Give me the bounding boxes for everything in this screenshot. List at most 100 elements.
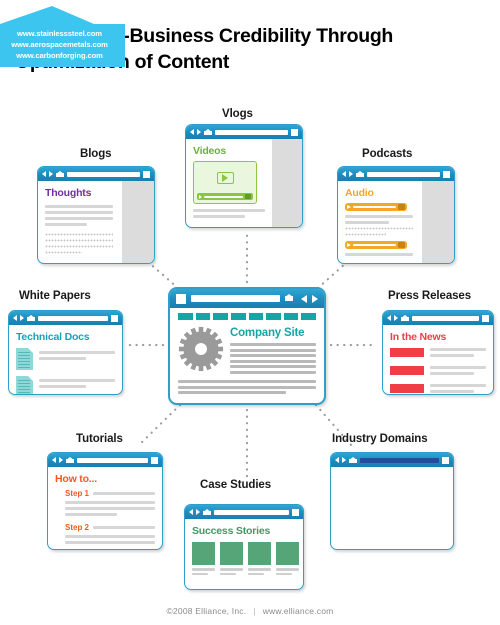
audio-player-icon[interactable]: [345, 241, 407, 249]
window-body: [331, 467, 453, 549]
window-body: In the News: [383, 325, 493, 394]
nav-block[interactable]: [178, 313, 193, 320]
forward-arrow-icon[interactable]: [59, 457, 63, 463]
nav-icons: [189, 508, 211, 516]
domain-item[interactable]: www.stainlesssteel.com: [0, 29, 121, 40]
story-tiles: [192, 542, 299, 577]
forward-arrow-icon[interactable]: [20, 315, 24, 321]
square-icon: [151, 456, 158, 464]
square-icon: [443, 170, 450, 178]
home-icon[interactable]: [401, 314, 409, 322]
text-line: [220, 572, 237, 575]
square-icon: [291, 128, 298, 136]
back-arrow-icon[interactable]: [301, 294, 307, 303]
text-line: [45, 217, 113, 220]
story-tile[interactable]: [248, 542, 271, 577]
node-label-blogs: Blogs: [80, 148, 112, 160]
forward-arrow-icon[interactable]: [312, 294, 318, 303]
forward-arrow-icon[interactable]: [197, 129, 201, 135]
text-line: [178, 385, 316, 389]
play-button-icon[interactable]: [216, 172, 234, 184]
back-arrow-icon[interactable]: [52, 457, 56, 463]
story-tile[interactable]: [276, 542, 299, 577]
forward-arrow-icon[interactable]: [342, 457, 346, 463]
node-window-blogs[interactable]: Thoughts: [37, 166, 155, 264]
nav-icons: [335, 456, 357, 464]
back-arrow-icon[interactable]: [342, 171, 346, 177]
audio-player-icon[interactable]: [345, 203, 407, 211]
home-icon[interactable]: [204, 128, 212, 136]
nav-block[interactable]: [213, 313, 228, 320]
story-tile[interactable]: [192, 542, 215, 577]
browser-chrome: [338, 167, 454, 181]
back-arrow-icon[interactable]: [189, 509, 193, 515]
footer: ©2008 Elliance, Inc. | www.elliance.com: [0, 606, 500, 616]
home-icon[interactable]: [356, 170, 364, 178]
address-bar[interactable]: [412, 315, 479, 321]
square-icon: [482, 314, 489, 322]
node-label-tutorials: Tutorials: [76, 433, 123, 445]
back-arrow-icon[interactable]: [387, 315, 391, 321]
address-bar[interactable]: [38, 315, 108, 321]
nav-block[interactable]: [248, 313, 264, 320]
text-line: [430, 354, 474, 357]
forward-arrow-icon[interactable]: [196, 509, 200, 515]
nav-block[interactable]: [266, 313, 281, 320]
home-icon[interactable]: [27, 314, 35, 322]
step-row: Step 2: [55, 523, 155, 532]
address-bar[interactable]: [214, 509, 289, 515]
home-icon[interactable]: [285, 294, 296, 303]
back-arrow-icon[interactable]: [335, 457, 339, 463]
video-progress-bar[interactable]: [197, 193, 253, 200]
back-arrow-icon[interactable]: [42, 171, 46, 177]
progress-track: [353, 206, 396, 208]
back-arrow-icon[interactable]: [190, 129, 194, 135]
forward-arrow-icon[interactable]: [349, 171, 353, 177]
nav-block[interactable]: [195, 313, 211, 320]
nav-block[interactable]: [301, 313, 316, 320]
home-icon[interactable]: [66, 456, 74, 464]
story-thumbnail: [248, 542, 271, 565]
node-window-white-papers[interactable]: Technical Docs: [8, 310, 123, 395]
site-nav-bar: [178, 313, 316, 320]
home-icon[interactable]: [203, 508, 211, 516]
home-icon[interactable]: [56, 170, 64, 178]
node-window-industry-domains[interactable]: [330, 452, 454, 550]
address-bar[interactable]: [77, 457, 148, 463]
forward-arrow-icon[interactable]: [49, 171, 53, 177]
node-label-press-releases: Press Releases: [388, 290, 472, 302]
nav-block[interactable]: [283, 313, 299, 320]
node-window-press-releases[interactable]: In the News: [382, 310, 494, 395]
text-line: [276, 572, 293, 575]
browser-chrome: [383, 311, 493, 325]
progress-track: [353, 244, 396, 246]
news-thumbnail: [390, 384, 424, 393]
node-label-vlogs: Vlogs: [222, 108, 253, 120]
address-bar[interactable]: [67, 171, 140, 177]
node-window-case-studies[interactable]: Success Stories: [184, 504, 304, 590]
node-window-podcasts[interactable]: Audio: [337, 166, 455, 264]
node-window-vlogs[interactable]: Videos: [185, 124, 303, 228]
news-row: [390, 384, 486, 394]
center-node-company-site[interactable]: Company Site: [168, 287, 326, 405]
address-bar[interactable]: [215, 129, 288, 135]
sidebar-panel: [272, 139, 302, 227]
domain-item[interactable]: www.carbonforging.com: [0, 51, 121, 62]
video-player-icon[interactable]: [193, 161, 257, 204]
center-footer-lines: [178, 380, 316, 394]
story-tile[interactable]: [220, 542, 243, 577]
domains-callout: www.stainlesssteel.com www.aerospacemeta…: [0, 6, 125, 68]
nav-block[interactable]: [230, 313, 246, 320]
footer-site-link[interactable]: www.elliance.com: [263, 606, 334, 616]
diagram-canvas: Business-to-Business Credibility Through…: [0, 0, 500, 625]
back-arrow-icon[interactable]: [13, 315, 17, 321]
home-icon[interactable]: [349, 456, 357, 464]
address-bar[interactable]: [191, 295, 280, 302]
address-bar[interactable]: [360, 457, 439, 463]
nav-icons: [13, 314, 35, 322]
node-label-podcasts: Podcasts: [362, 148, 413, 160]
node-window-tutorials[interactable]: How to... Step 1 Step 2: [47, 452, 163, 550]
address-bar[interactable]: [367, 171, 440, 177]
forward-arrow-icon[interactable]: [394, 315, 398, 321]
domain-item[interactable]: www.aerospacemetals.com: [0, 40, 121, 51]
